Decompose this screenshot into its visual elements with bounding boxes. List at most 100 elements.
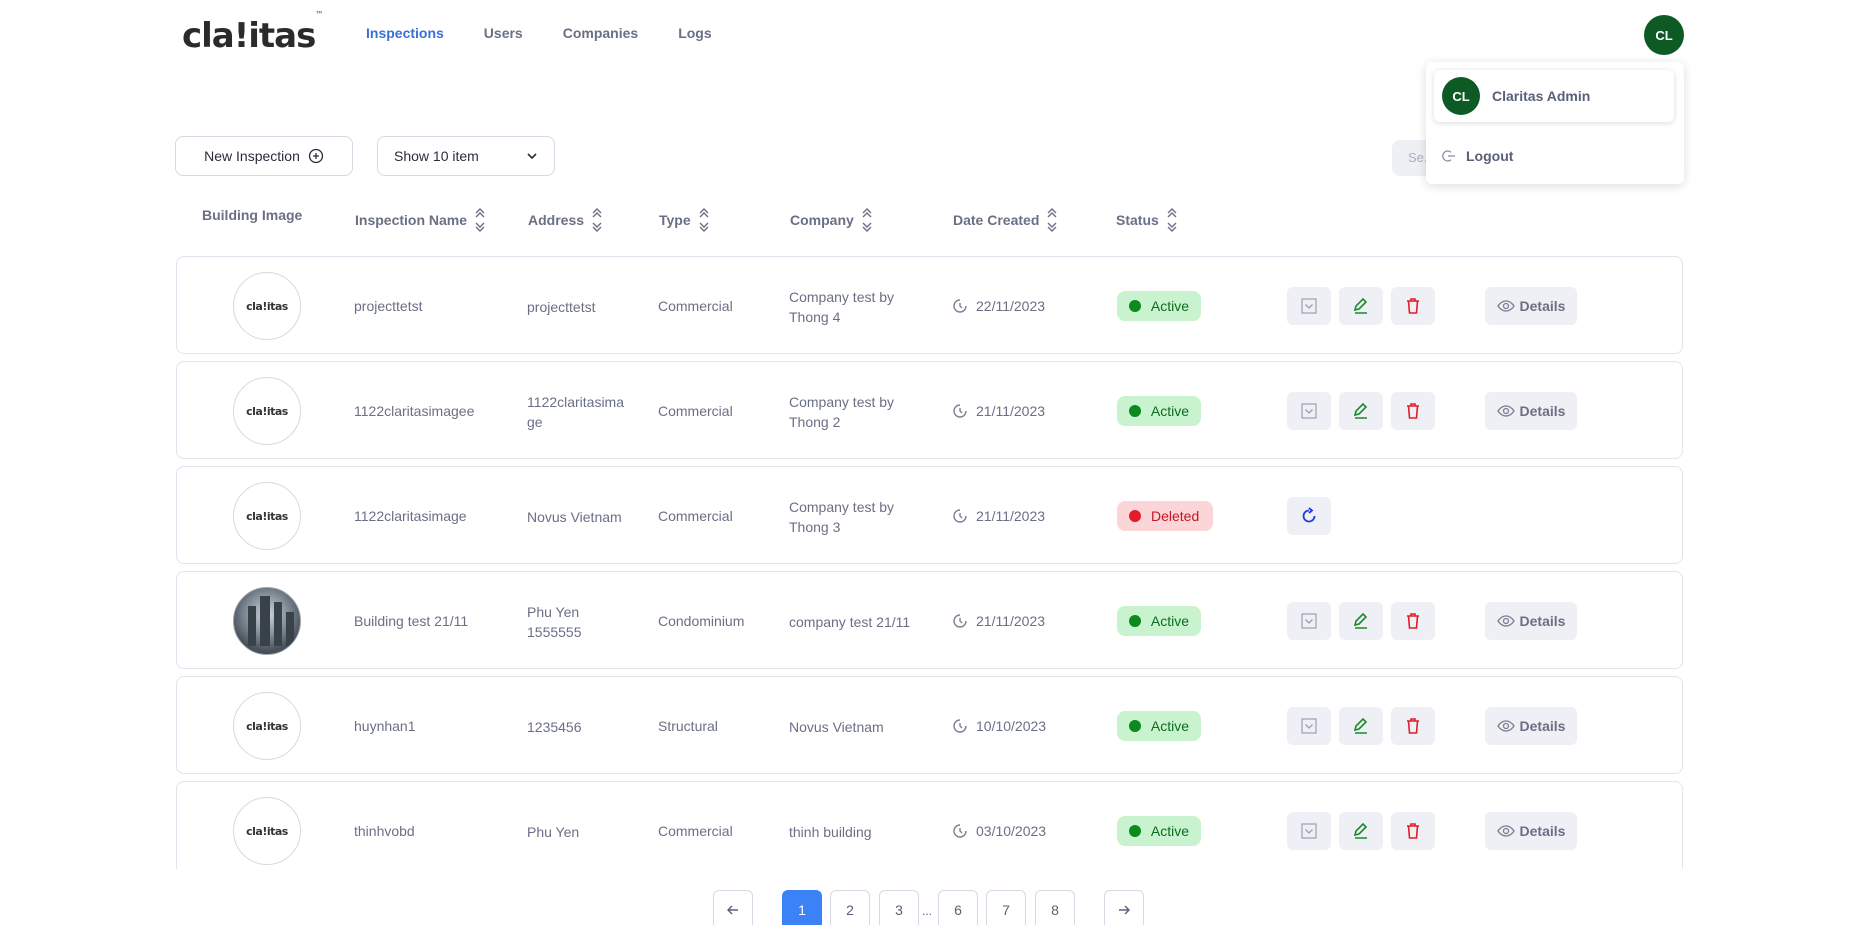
user-name: Claritas Admin [1492, 88, 1591, 104]
col-label: Date Created [953, 212, 1040, 228]
details-button[interactable]: Details [1485, 392, 1577, 430]
nav-companies[interactable]: Companies [563, 25, 638, 41]
details-label: Details [1519, 298, 1566, 314]
page-size-select[interactable]: Show 10 item [377, 136, 555, 176]
user-profile-card[interactable]: CL Claritas Admin [1434, 70, 1674, 122]
date-created: 22/11/2023 [952, 296, 1045, 316]
edit-button[interactable] [1339, 812, 1383, 850]
col-status[interactable]: Status [1116, 207, 1177, 233]
details-label: Details [1519, 403, 1566, 419]
address: Phu Yen [527, 822, 637, 842]
status-dot [1129, 825, 1141, 837]
expand-button[interactable] [1287, 707, 1331, 745]
status-dot [1129, 405, 1141, 417]
col-inspection-name[interactable]: Inspection Name [355, 207, 485, 233]
inspections-table-body: cla!itas projecttetst projecttetst Commerci… [0, 256, 1871, 869]
edit-button[interactable] [1339, 602, 1383, 640]
table-row: cla!itas thinhvobd Phu Yen Commercial thinh … [176, 781, 1683, 869]
page-button-6[interactable]: 6 [938, 890, 978, 925]
table-row: cla!itas 1122claritasimagee 1122claritasim… [176, 361, 1683, 459]
page-button-8[interactable]: 8 [1035, 890, 1075, 925]
eye-icon [1496, 615, 1515, 627]
page-button-2[interactable]: 2 [830, 890, 870, 925]
status-dot [1129, 615, 1141, 627]
details-button[interactable]: Details [1485, 812, 1577, 850]
address: 1122claritasima ge [527, 392, 637, 432]
expand-button[interactable] [1287, 602, 1331, 640]
delete-button[interactable] [1391, 812, 1435, 850]
address-line: ge [527, 414, 543, 430]
edit-button[interactable] [1339, 707, 1383, 745]
status-badge: Active [1117, 291, 1201, 321]
col-address[interactable]: Address [528, 207, 602, 233]
trash-icon [1407, 298, 1419, 314]
date-value: 21/11/2023 [976, 508, 1046, 524]
menu-user-avatar: CL [1442, 77, 1480, 115]
nav-users[interactable]: Users [484, 25, 523, 41]
building-logo-thumbnail: cla!itas [233, 482, 301, 550]
status-badge: Active [1117, 816, 1201, 846]
page-button-3[interactable]: 3 [879, 890, 919, 925]
status-badge: Active [1117, 606, 1201, 636]
col-company[interactable]: Company [790, 207, 872, 233]
status-label: Active [1150, 613, 1189, 629]
company: Company test by Thong 2 [789, 392, 929, 432]
page-button-7[interactable]: 7 [986, 890, 1026, 925]
page-button-1[interactable]: 1 [782, 890, 822, 925]
col-date-created[interactable]: Date Created [953, 207, 1057, 233]
delete-button[interactable] [1391, 602, 1435, 640]
company: Company test by Thong 3 [789, 497, 929, 537]
status-dot [1129, 510, 1141, 522]
delete-button[interactable] [1391, 287, 1435, 325]
claritas-logo[interactable]: cla!itas™ [182, 10, 323, 56]
restore-button[interactable] [1287, 497, 1331, 535]
edit-pencil-icon [1353, 612, 1368, 629]
address-line: Phu Yen [527, 604, 580, 620]
date-created: 21/11/2023 [952, 401, 1045, 421]
status-label: Active [1150, 823, 1189, 839]
new-inspection-button[interactable]: New Inspection [175, 136, 353, 176]
prev-page-button[interactable] [713, 890, 753, 925]
building-type: Commercial [658, 403, 733, 419]
expand-button[interactable] [1287, 392, 1331, 430]
building-logo-thumbnail: cla!itas [233, 692, 301, 760]
edit-button[interactable] [1339, 287, 1383, 325]
edit-button[interactable] [1339, 392, 1383, 430]
details-button[interactable]: Details [1485, 707, 1577, 745]
date-value: 21/11/2023 [976, 403, 1046, 419]
inspection-name: projecttetst [354, 298, 423, 314]
logout-menu-item[interactable]: Logout [1442, 148, 1513, 164]
details-button[interactable]: Details [1485, 287, 1577, 325]
sort-icon [862, 208, 872, 232]
company-line: Company test by [789, 394, 895, 410]
expand-button[interactable] [1287, 287, 1331, 325]
building-logo-thumbnail: cla!itas [233, 272, 301, 340]
col-label: Building Image [202, 207, 303, 223]
delete-button[interactable] [1391, 392, 1435, 430]
page-size-value: Show 10 item [394, 148, 479, 164]
clock-icon [953, 299, 967, 313]
clock-icon [953, 824, 967, 838]
nav-logs[interactable]: Logs [678, 25, 711, 41]
table-header: Building Image Inspection Name Address T… [0, 207, 1871, 233]
expand-button[interactable] [1287, 812, 1331, 850]
next-page-button[interactable] [1104, 890, 1144, 925]
nav-inspections[interactable]: Inspections [366, 25, 444, 41]
sort-icon [475, 208, 485, 232]
trash-icon [1407, 718, 1419, 734]
address: 1235456 [527, 717, 637, 737]
arrow-right-icon [1119, 905, 1130, 915]
pagination-ellipsis: ... [922, 904, 933, 918]
address: Novus Vietnam [527, 507, 637, 527]
col-type[interactable]: Type [659, 207, 709, 233]
delete-button[interactable] [1391, 707, 1435, 745]
date-value: 10/10/2023 [976, 718, 1047, 734]
inspection-name: huynhan1 [354, 718, 416, 734]
date-created: 10/10/2023 [952, 716, 1046, 736]
building-type: Structural [658, 718, 718, 734]
edit-pencil-icon [1353, 822, 1368, 839]
status-label: Active [1150, 298, 1189, 314]
user-avatar-button[interactable]: CL [1644, 15, 1684, 55]
details-button[interactable]: Details [1485, 602, 1577, 640]
trademark: ™ [315, 9, 323, 19]
